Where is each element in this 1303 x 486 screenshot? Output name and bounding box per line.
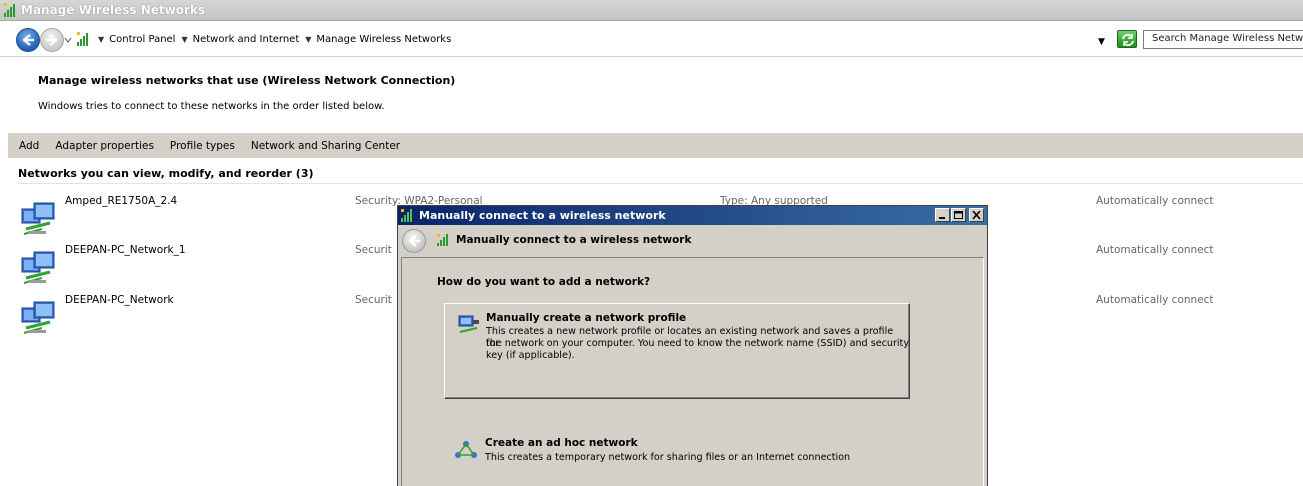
add-button[interactable]: Add [19,140,39,152]
dialog-title-bar[interactable]: Manually connect to a wireless network [398,206,987,225]
maximize-icon [954,211,963,219]
window-title-bar[interactable]: Manage Wireless Networks [0,0,1303,21]
network-security: Securit [355,244,392,256]
option-title: Create an ad hoc network [485,437,638,449]
breadcrumb-item-manage-wireless[interactable]: ▼ Manage Wireless Networks [299,34,451,45]
back-button[interactable] [16,28,40,52]
profile-types-button[interactable]: Profile types [170,140,235,152]
dialog-nav-bar: Manually connect to a wireless network [398,225,987,257]
dialog-question: How do you want to add a network? [437,276,651,288]
command-bar: Add Adapter properties Profile types Net… [8,133,1303,158]
network-group-header[interactable]: Networks you can view, modify, and reord… [18,167,314,180]
network-connect-mode: Automatically connect [1096,294,1214,306]
adapter-properties-button[interactable]: Adapter properties [55,140,154,152]
dialog-content: How do you want to add a network? Manual… [401,257,984,486]
network-name: Amped_RE1750A_2.4 [65,195,178,207]
wireless-network-icon [21,202,55,235]
network-signal-icon [77,32,88,46]
address-history-dropdown-icon[interactable]: ▼ [1098,37,1105,47]
chevron-down-icon[interactable]: ▼ [181,35,187,44]
manual-profile-option-button[interactable]: Manually create a network profile This c… [444,303,910,399]
window-title: Manage Wireless Networks [21,3,205,17]
wireless-network-icon [21,301,55,334]
group-divider [18,183,1303,184]
network-security: Securit [355,294,392,306]
dialog-heading: Manually connect to a wireless network [456,234,692,246]
network-connect-mode: Automatically connect [1096,195,1214,207]
dialog-title: Manually connect to a wireless network [419,209,666,222]
dialog-back-button[interactable] [402,229,426,253]
ad-hoc-network-icon [455,441,477,458]
wireless-network-icon [21,251,55,284]
address-bar: ▼ Control Panel ▼ Network and Internet ▼… [0,21,1303,57]
breadcrumb-item-network-internet[interactable]: ▼ Network and Internet [175,34,299,45]
close-icon [972,211,981,220]
chevron-down-icon[interactable]: ▼ [98,35,104,44]
option-description: This creates a temporary network for sha… [485,452,851,463]
minimize-icon [939,217,945,219]
network-name: DEEPAN-PC_Network [65,294,174,306]
breadcrumb: ▼ Control Panel ▼ Network and Internet ▼… [76,30,451,48]
refresh-icon [1122,34,1134,46]
network-connect-mode: Automatically connect [1096,244,1214,256]
recent-pages-chevron-icon[interactable] [64,36,72,44]
search-input[interactable]: Search Manage Wireless Networks [1143,30,1303,49]
page-title: Manage wireless networks that use (Wirel… [38,74,456,87]
refresh-button[interactable] [1117,30,1137,48]
option-description: the network on your computer. You need t… [486,338,909,349]
network-computer-icon [458,315,479,333]
ad-hoc-option-button[interactable]: Create an ad hoc network This creates a … [444,430,910,470]
page-subtitle: Windows tries to connect to these networ… [38,101,385,112]
option-description: key (if applicable). [486,350,575,361]
manual-connect-dialog: Manually connect to a wireless network M… [397,205,988,486]
close-button[interactable] [969,208,984,222]
network-sharing-center-button[interactable]: Network and Sharing Center [251,140,400,152]
chevron-down-icon[interactable]: ▼ [305,35,311,44]
arrow-left-icon [408,235,420,247]
minimize-button[interactable] [935,208,950,222]
maximize-button[interactable] [951,208,966,222]
arrow-right-icon [46,34,58,46]
option-title: Manually create a network profile [486,312,687,324]
forward-button[interactable] [40,28,64,52]
signal-bars-icon [401,209,412,222]
window-controls [934,208,984,222]
wireless-signal-icon [437,234,448,246]
network-name: DEEPAN-PC_Network_1 [65,244,186,256]
breadcrumb-item-control-panel[interactable]: ▼ Control Panel [92,34,175,45]
arrow-left-icon [22,34,34,46]
signal-bars-icon [4,3,15,17]
